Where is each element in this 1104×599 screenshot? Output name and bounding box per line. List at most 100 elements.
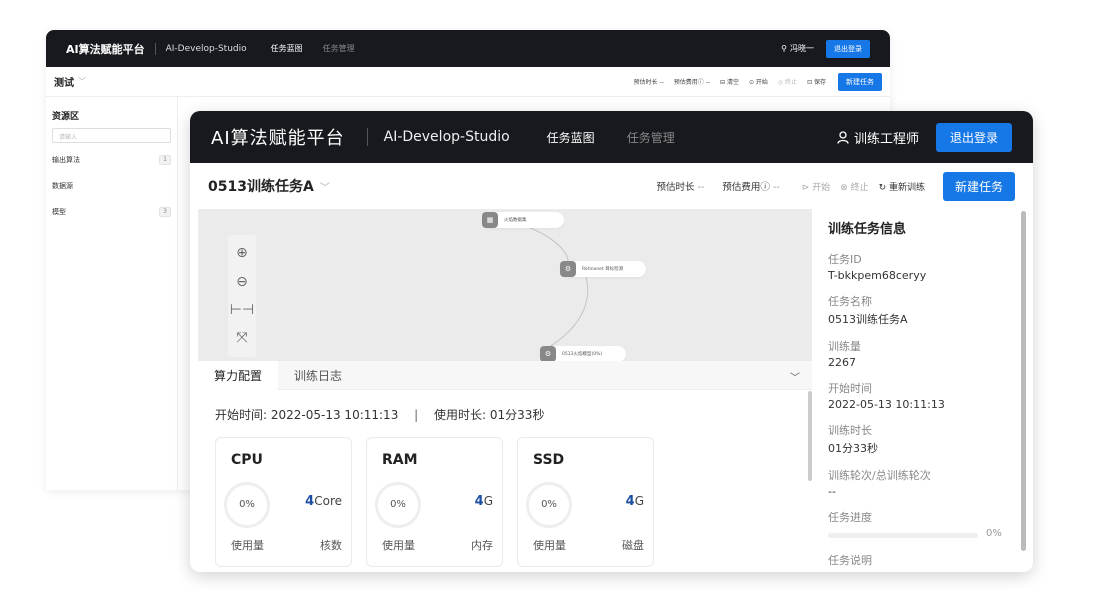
start-time-label: 开始时间: — [215, 408, 268, 422]
back-save-button[interactable]: ⊡ 保存 — [807, 77, 826, 86]
back-start-button[interactable]: ⊙ 开始 — [749, 77, 768, 86]
panel-scrollbar[interactable] — [808, 391, 812, 481]
edge-dataset-to-model — [527, 226, 569, 262]
start-button[interactable]: ⊳ 开始 — [802, 180, 830, 193]
info-value-task-name: 0513训练任务A — [828, 313, 908, 326]
info-label-task-name: 任务名称 — [828, 295, 872, 308]
back-nav-blueprint[interactable]: 任务蓝图 — [271, 43, 303, 54]
resource-cards: CPU 0% 4Core 使用量 核数 RAM 0% 4G 使用量 内存 SSD… — [215, 437, 812, 567]
back-user-name: 冯晓一 — [790, 44, 814, 53]
resource-card-cpu: CPU 0% 4Core 使用量 核数 — [215, 437, 352, 567]
back-stop-button[interactable]: ◎ 终止 — [778, 77, 797, 86]
node-label: 0513火焰模型(0%) — [562, 352, 603, 357]
estimate-group: 预估时长 -- 预估费用ⓘ -- — [656, 179, 779, 193]
studio-name: AI-Develop-Studio — [383, 129, 510, 145]
progress-value: 0% — [986, 528, 1002, 539]
back-estimate-duration: 预估时长 -- — [633, 79, 664, 86]
estimate-duration: 预估时长 -- — [656, 179, 704, 193]
algorithm-icon: ⚙ — [560, 261, 576, 277]
capacity-value: 4 — [625, 494, 635, 509]
model-icon: ⚙ — [540, 346, 556, 362]
capacity: 4G — [475, 494, 493, 509]
chevron-down-icon[interactable]: ﹀ — [78, 76, 86, 87]
back-search-input[interactable]: 请输入 — [52, 128, 171, 143]
info-label-description: 任务说明 — [828, 554, 872, 567]
retrain-button[interactable]: ↻ 重新训练 — [879, 180, 925, 193]
back-sidebar-item-output-algorithm[interactable]: 输出算法 1 — [52, 155, 171, 165]
info-scrollbar[interactable] — [1021, 211, 1026, 551]
pipeline-node-output[interactable]: ⚙ 0513火焰模型(0%) — [540, 346, 626, 362]
capacity-label: 磁盘 — [622, 539, 644, 552]
top-nav: AI算法赋能平台 AI-Develop-Studio 任务蓝图 任务管理 训练工… — [190, 111, 1033, 163]
capacity-label: 内存 — [471, 539, 493, 552]
node-label: 火焰数据集 — [504, 218, 527, 223]
info-value-start-time: 2022-05-13 10:11:13 — [828, 398, 945, 411]
info-label-training-amount: 训练量 — [828, 340, 861, 353]
task-subbar: 0513训练任务A ﹀ 预估时长 -- 预估费用ⓘ -- ⊳ 开始 ⊗ 终止 ↻… — [190, 163, 1033, 209]
estimate-duration-label: 预估时长 — [656, 182, 695, 193]
pipeline-canvas[interactable]: ⊕ ⊖ ⊢⊣ ⤧ ▦ 火焰数据集 ⚙ Retinanet 目标检测 ⚙ 0513… — [198, 209, 812, 362]
count-badge: 1 — [159, 155, 171, 165]
zoom-out-icon[interactable]: ⊖ — [228, 274, 256, 290]
info-label-epochs: 训练轮次/总训练轮次 — [828, 469, 931, 482]
usage-gauge: 0% — [375, 482, 421, 528]
logout-button[interactable]: 退出登录 — [935, 122, 1012, 152]
back-clear-button[interactable]: ⊟ 清空 — [720, 77, 739, 86]
chevron-down-icon[interactable]: ﹀ — [790, 369, 800, 384]
task-actions: ⊳ 开始 ⊗ 终止 ↻ 重新训练 新建任务 — [802, 171, 1015, 201]
back-new-task-button[interactable]: 新建任务 — [838, 72, 882, 91]
capacity-unit: Core — [314, 494, 342, 508]
sidebar-item-label: 输出算法 — [52, 156, 80, 164]
usage-label: 使用量 — [231, 539, 264, 552]
fit-width-icon[interactable]: ⊢⊣ — [228, 302, 256, 318]
user-icon: ⚲ — [781, 44, 787, 53]
back-sidebar-item-datasource[interactable]: 数据源 — [52, 181, 171, 191]
usage-label: 使用量 — [382, 539, 415, 552]
tab-training-log[interactable]: 训练日志 — [278, 361, 358, 390]
zoom-in-icon[interactable]: ⊕ — [228, 245, 256, 261]
capacity-value: 4 — [305, 494, 315, 509]
pipeline-node-dataset[interactable]: ▦ 火焰数据集 — [482, 212, 564, 228]
back-sidebar-item-model[interactable]: 模型 3 — [52, 207, 171, 217]
capacity-unit: G — [483, 494, 493, 508]
estimate-cost: 预估费用ⓘ -- — [722, 179, 779, 193]
back-logout-button[interactable]: 退出登录 — [826, 39, 870, 58]
usage-gauge: 0% — [526, 482, 572, 528]
used-time-label: 使用时长: — [434, 408, 487, 422]
count-badge: 3 — [159, 207, 171, 217]
start-time-value: 2022-05-13 10:11:13 — [270, 408, 399, 422]
nav-divider — [366, 128, 368, 146]
capacity: 4G — [626, 494, 644, 509]
resource-card-ssd: SSD 0% 4G 使用量 磁盘 — [517, 437, 654, 567]
info-title: 训练任务信息 — [828, 222, 907, 237]
project-selector[interactable]: 0513训练任务A — [208, 176, 314, 196]
fullscreen-icon[interactable]: ⤧ — [228, 330, 256, 346]
card-title: SSD — [533, 452, 565, 468]
user-menu[interactable]: 训练工程师 — [837, 128, 919, 147]
back-project-name[interactable]: 测试 — [54, 74, 74, 89]
back-divider — [154, 42, 156, 55]
back-top-nav: AI算法赋能平台 AI-Develop-Studio 任务蓝图 任务管理 ⚲ 冯… — [46, 30, 890, 67]
info-label-start-time: 开始时间 — [828, 382, 872, 395]
back-estimate-cost: 预估费用ⓘ -- — [673, 79, 711, 86]
back-nav-task-management[interactable]: 任务管理 — [323, 43, 355, 54]
stop-button[interactable]: ⊗ 终止 — [840, 180, 868, 193]
back-toolbar: 预估时长 -- 预估费用ⓘ -- ⊟ 清空 ⊙ 开始 ◎ 终止 ⊡ 保存 新建任… — [633, 72, 882, 91]
capacity: 4Core — [305, 494, 342, 509]
pipeline-node-model[interactable]: ⚙ Retinanet 目标检测 — [560, 261, 646, 277]
info-value-training-amount: 2267 — [828, 356, 856, 369]
new-task-button[interactable]: 新建任务 — [942, 171, 1015, 201]
panel-tabs: 算力配置 训练日志 ﹀ — [198, 360, 812, 390]
chevron-down-icon[interactable]: ﹀ — [320, 179, 330, 194]
nav-task-blueprint[interactable]: 任务蓝图 — [547, 129, 595, 146]
tab-compute-config[interactable]: 算力配置 — [198, 360, 279, 390]
user-name: 训练工程师 — [853, 131, 919, 147]
estimate-cost-label: 预估费用ⓘ — [722, 182, 770, 193]
nav-task-management[interactable]: 任务管理 — [627, 129, 675, 146]
back-user[interactable]: ⚲ 冯晓一 — [781, 43, 814, 54]
edge-model-to-output — [548, 276, 589, 348]
back-studio-name: AI-Develop-Studio — [165, 43, 247, 54]
back-sidebar-title: 资源区 — [52, 112, 80, 122]
capacity-value: 4 — [474, 494, 484, 509]
info-value-task-id: T-bkkpem68ceryy — [828, 269, 927, 282]
